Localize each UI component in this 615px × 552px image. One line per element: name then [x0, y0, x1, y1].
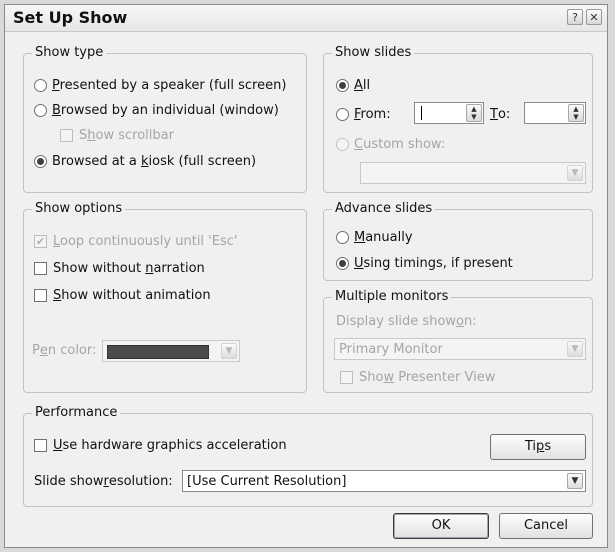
radio-label: Custom show: — [354, 137, 446, 152]
checkbox-label: Show Presenter View — [359, 370, 496, 385]
to-slide-input[interactable]: ▲ ▼ — [524, 102, 586, 124]
text-cursor — [421, 106, 422, 120]
checkbox[interactable] — [34, 262, 47, 275]
radio-button[interactable] — [336, 231, 349, 244]
pen-color-dropdown[interactable]: ▼ — [102, 340, 240, 362]
custom-show-dropdown[interactable]: ▼ — [360, 162, 586, 184]
pen-color-swatch — [107, 345, 209, 359]
show-without-animation-checkbox[interactable]: Show without animation — [34, 288, 211, 303]
radio-using-timings[interactable]: Using timings, if present — [336, 256, 513, 271]
radio-button[interactable] — [336, 108, 349, 121]
checkbox[interactable] — [34, 439, 47, 452]
multiple-monitors-group: Multiple monitors Display slide show o n:… — [323, 289, 593, 393]
monitor-dropdown[interactable]: Primary Monitor ▼ — [334, 338, 586, 360]
radio-button-selected[interactable] — [336, 79, 349, 92]
help-button[interactable]: ? — [567, 9, 583, 25]
radio-label: Using timings, if present — [354, 256, 513, 271]
checkbox-label: Loop continuously until 'Esc' — [53, 234, 238, 249]
checkbox[interactable] — [34, 289, 47, 302]
radio-label: Manually — [354, 230, 413, 245]
radio-all-slides[interactable]: All — [336, 78, 370, 93]
radio-button[interactable] — [34, 79, 47, 92]
radio-presented-by-speaker[interactable]: Presented by a speaker (full screen) — [34, 78, 286, 93]
hardware-acceleration-checkbox[interactable]: Use hardware graphics acceleration — [34, 438, 287, 453]
radio-label: Browsed at a kiosk (full screen) — [52, 154, 257, 169]
checkbox-label: Use hardware graphics acceleration — [53, 438, 287, 453]
set-up-show-dialog: Set Up Show ? ✕ Show type Presented by a… — [4, 4, 608, 548]
radio-label: All — [354, 78, 371, 93]
cancel-button[interactable]: Cancel — [499, 513, 593, 539]
radio-browsed-at-kiosk[interactable]: Browsed at a kiosk (full screen) — [34, 154, 256, 169]
checkbox-checked[interactable]: ✔ — [34, 235, 47, 248]
checkbox-label: Show scrollbar — [79, 128, 174, 143]
radio-button-selected[interactable] — [34, 155, 47, 168]
monitor-value: Primary Monitor — [339, 342, 443, 357]
chevron-down-icon[interactable]: ▼ — [221, 343, 237, 359]
show-presenter-view-checkbox[interactable]: Show Presenter View — [340, 370, 495, 385]
from-slide-input[interactable]: ▲ ▼ — [414, 102, 484, 124]
dialog-title: Set Up Show — [13, 8, 128, 27]
display-slide-show-on-label: Display slide show o n: — [336, 314, 477, 329]
radio-button[interactable] — [336, 138, 349, 151]
from-spin-buttons[interactable]: ▲ ▼ — [466, 104, 482, 122]
radio-browsed-by-individual[interactable]: Browsed by an individual (window) — [34, 103, 279, 118]
loop-continuously-checkbox[interactable]: ✔ Loop continuously until 'Esc' — [34, 234, 237, 249]
slide-show-resolution-label: Slide show r esolution: — [34, 474, 173, 489]
chevron-down-icon[interactable]: ▼ — [567, 473, 583, 489]
to-spin-buttons[interactable]: ▲ ▼ — [568, 104, 584, 122]
performance-group: Performance Use hardware graphics accele… — [23, 405, 593, 507]
resolution-value: [Use Current Resolution] — [187, 474, 347, 489]
resolution-dropdown[interactable]: [Use Current Resolution] ▼ — [182, 470, 586, 492]
show-without-narration-checkbox[interactable]: Show without narration — [34, 261, 205, 276]
radio-button[interactable] — [34, 104, 47, 117]
to-label: To: — [490, 107, 511, 122]
tips-button[interactable]: Tips — [490, 434, 586, 460]
checkbox[interactable] — [60, 129, 73, 142]
radio-from-slides[interactable]: From: — [336, 107, 391, 122]
radio-label: Presented by a speaker (full screen) — [52, 78, 287, 93]
show-options-group: Show options ✔ Loop continuously until '… — [23, 201, 307, 393]
pen-color-label: Pen color: — [32, 343, 97, 358]
show-slides-legend: Show slides — [332, 45, 415, 60]
performance-legend: Performance — [32, 405, 121, 420]
checkbox-label: Show without narration — [53, 261, 205, 276]
checkbox-label: Show without animation — [53, 288, 211, 303]
show-slides-group: Show slides All From: ▲ ▼ To: ▲ ▼ Custom s… — [323, 45, 593, 193]
chevron-down-icon[interactable]: ▼ — [567, 165, 583, 181]
radio-manually[interactable]: Manually — [336, 230, 413, 245]
show-scrollbar-checkbox[interactable]: Show scrollbar — [60, 128, 174, 143]
radio-label: Browsed by an individual (window) — [52, 103, 279, 118]
radio-label: From: — [354, 107, 391, 122]
radio-button-selected[interactable] — [336, 257, 349, 270]
radio-custom-show[interactable]: Custom show: — [336, 137, 445, 152]
show-options-legend: Show options — [32, 201, 126, 216]
title-bar: Set Up Show ? ✕ — [5, 5, 607, 32]
show-type-legend: Show type — [32, 45, 107, 60]
ok-button[interactable]: OK — [393, 513, 489, 539]
advance-slides-group: Advance slides Manually Using timings, i… — [323, 201, 593, 281]
close-button[interactable]: ✕ — [586, 9, 602, 25]
multiple-monitors-legend: Multiple monitors — [332, 289, 452, 304]
checkbox[interactable] — [340, 371, 353, 384]
chevron-down-icon[interactable]: ▼ — [567, 341, 583, 357]
advance-slides-legend: Advance slides — [332, 201, 436, 216]
show-type-group: Show type Presented by a speaker (full s… — [23, 45, 307, 193]
